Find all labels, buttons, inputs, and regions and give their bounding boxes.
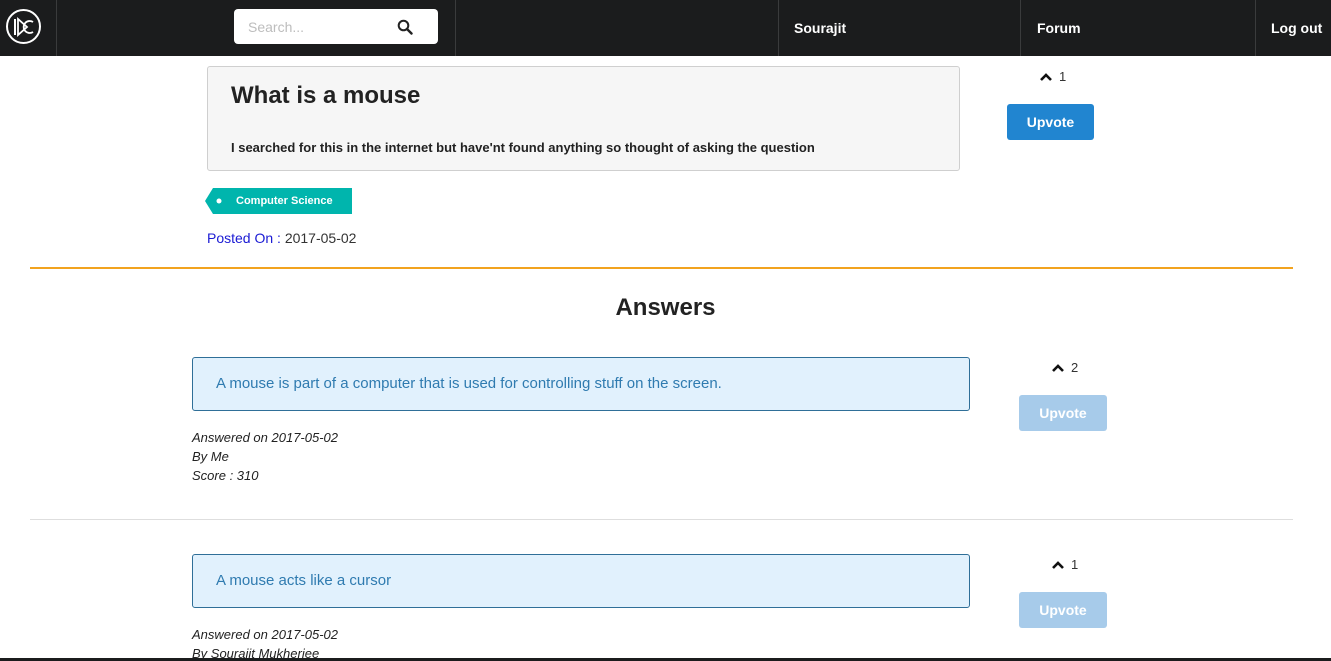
answer-meta: Answered on 2017-05-02 By Sourajit Mukhe… bbox=[192, 625, 338, 661]
app-logo[interactable] bbox=[6, 9, 41, 44]
nav-forum-link[interactable]: Forum bbox=[1037, 0, 1081, 56]
top-navbar: Sourajit Forum Log out bbox=[0, 0, 1331, 56]
answer-date-line: Answered on 2017-05-02 bbox=[192, 428, 338, 447]
question-upvote-button[interactable]: Upvote bbox=[1007, 104, 1094, 140]
answer-vote-count: 2 bbox=[1051, 360, 1078, 375]
answer-votes: 2 bbox=[1071, 360, 1079, 375]
answer-author: By Me bbox=[192, 449, 229, 464]
answer-text: A mouse acts like a cursor bbox=[216, 572, 392, 589]
nav-separator bbox=[1020, 0, 1021, 56]
answer-divider bbox=[30, 519, 1293, 520]
answer-date: 2017-05-02 bbox=[271, 430, 339, 445]
answer-votes: 1 bbox=[1071, 557, 1079, 572]
answers-heading: Answers bbox=[615, 294, 716, 321]
answer-meta: Answered on 2017-05-02 By Me Score : 310 bbox=[192, 428, 338, 485]
answer-card: A mouse is part of a computer that is us… bbox=[192, 357, 970, 411]
tag-label: Computer Science bbox=[236, 195, 333, 207]
question-votes: 1 bbox=[1059, 69, 1067, 84]
answer-date: 2017-05-02 bbox=[271, 627, 339, 642]
tag-badge[interactable]: Computer Science bbox=[205, 188, 352, 214]
chevron-up-icon bbox=[1040, 72, 1052, 81]
search-box bbox=[234, 9, 438, 44]
search-input[interactable] bbox=[234, 9, 394, 44]
answer-card: A mouse acts like a cursor bbox=[192, 554, 970, 608]
answer-upvote-button[interactable]: Upvote bbox=[1019, 395, 1107, 431]
answered-on-label: Answered on bbox=[192, 627, 268, 642]
answer-score: Score : 310 bbox=[192, 468, 259, 483]
answer-vote-count: 1 bbox=[1051, 557, 1078, 572]
answer-upvote-button[interactable]: Upvote bbox=[1019, 592, 1107, 628]
question-body: I searched for this in the internet but … bbox=[231, 140, 815, 155]
answer-text: A mouse is part of a computer that is us… bbox=[216, 375, 722, 392]
chevron-up-icon bbox=[1052, 363, 1064, 372]
nav-separator bbox=[778, 0, 779, 56]
posted-on: Posted On : 2017-05-02 bbox=[207, 230, 356, 246]
chevron-up-icon bbox=[1052, 560, 1064, 569]
nav-user-link[interactable]: Sourajit bbox=[794, 0, 846, 56]
answered-on-label: Answered on bbox=[192, 430, 268, 445]
logo-icon bbox=[13, 16, 33, 37]
posted-on-date: 2017-05-02 bbox=[284, 230, 357, 246]
nav-separator bbox=[1255, 0, 1256, 56]
question-vote-count: 1 bbox=[1039, 69, 1066, 84]
logout-link[interactable]: Log out bbox=[1271, 0, 1322, 56]
answer-date-line: Answered on 2017-05-02 bbox=[192, 625, 338, 644]
posted-on-label: Posted On : bbox=[207, 230, 281, 246]
search-icon[interactable] bbox=[397, 19, 413, 35]
question-card: What is a mouse I searched for this in t… bbox=[207, 66, 960, 171]
section-divider bbox=[30, 267, 1293, 269]
question-title: What is a mouse bbox=[231, 82, 421, 109]
nav-separator bbox=[56, 0, 57, 56]
nav-separator bbox=[455, 0, 456, 56]
